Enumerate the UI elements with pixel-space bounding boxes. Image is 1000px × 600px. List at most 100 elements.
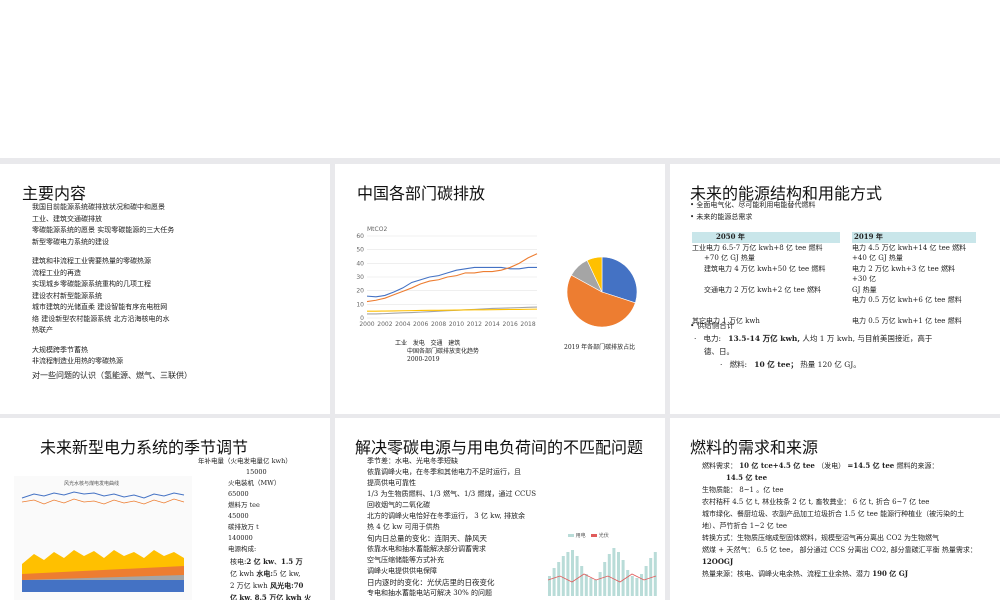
load-bar: [580, 566, 584, 596]
load-bar: [612, 548, 616, 596]
body-line: 大规模跨季节蓄热: [32, 345, 88, 354]
pie-chart-caption: 2019 年各部门碳排放占比: [564, 344, 636, 351]
top-blank-area: [0, 0, 1000, 158]
body-line: 城市建筑的光储直柔 建设智能有序充电桩网: [32, 303, 168, 311]
body-line: 建设农村新型能源系统: [32, 291, 102, 300]
body-line: 1/3 为生物质燃料、1/3 燃气、1/3 燃煤，通过 CCUS: [367, 490, 537, 498]
year-header: 2019 年: [852, 232, 976, 243]
generation-chart: 风光水核与煤电发电曲线: [14, 476, 192, 600]
load-bar: [607, 554, 611, 596]
composition-line: 核电:2 亿 kw、1.5 万: [230, 556, 330, 568]
table-row: 电力 0.5 万亿 kwh+6 亿 tee 燃料: [852, 296, 962, 304]
load-bar: [571, 550, 574, 596]
body-line: 农村秸秆 4.5 亿 t, 林业枝条 2 亿 t, 畜牧粪业： 6 亿 t, 折…: [702, 496, 978, 508]
text: 10 亿 tee；: [754, 360, 798, 369]
text: 、: [273, 558, 281, 566]
load-bar: [603, 562, 607, 596]
table-row: 工业电力 6.5-7 万亿 kwh+8 亿 tee 燃料: [692, 243, 823, 252]
body-line: 转换方式：生物质压缩成型固体燃料，规模型沼气再分离出 CO2 为生物燃气: [702, 532, 978, 544]
legend-item: 工业: [395, 340, 408, 347]
text: 亿 kw, 8.5 万亿 kwh: [230, 593, 302, 600]
slide-title: 燃料的需求和来源: [690, 438, 819, 457]
body-line: 实现城乡零碳能源系统重构的几项工程: [32, 280, 151, 288]
supply-curve: [21, 498, 185, 505]
x-tick-label: 2012: [467, 321, 482, 328]
slide-thumbnail-2[interactable]: 中国各部门碳排放 MtCO2 60 50 40 30 20 10 0 2000 2002 2004 2…: [335, 164, 665, 414]
text: 人均 1 万 kwh,: [802, 334, 855, 343]
slide-title: 未来新型电力系统的季节调节: [40, 438, 249, 457]
text: =14.5 亿 tee: [847, 461, 895, 470]
year-header: 2050 年: [692, 232, 840, 243]
text: 火: [301, 593, 312, 600]
y-unit: MtCO2: [367, 226, 387, 233]
x-tick-label: 2016: [503, 321, 518, 328]
text: 12OOGJ: [702, 557, 734, 566]
text: 190 亿 GJ: [872, 569, 909, 578]
y-tick-label: 10: [356, 301, 364, 308]
bullet-item: 供给侧合计: [690, 319, 990, 332]
body-line: [32, 337, 322, 345]
slide-body: 燃料需求： 10 亿 tce+4.5 亿 tee （发电） =14.5 亿 te…: [702, 460, 978, 580]
load-bar: [557, 562, 561, 596]
area-base: [22, 580, 184, 592]
text: 电力:: [703, 334, 722, 343]
table-row: +70 亿 GJ 热量: [704, 254, 755, 262]
supply-section: 供给侧合计 · 电力: 13.5-14 万亿 kwh, 人均 1 万 kwh, …: [690, 319, 990, 371]
load-bar: [653, 552, 657, 596]
text: 10 亿 tce+4.5 亿 tee: [739, 461, 815, 470]
slide-thumbnail-5[interactable]: 解决零碳电源与用电负荷间的不匹配问题 季节差：水电、光电冬季短缺 依靠调峰火电，在…: [335, 418, 665, 600]
x-tick-label: 2006: [413, 321, 428, 328]
table-2019: 2019 年 电力 4.5 万亿 kwh+14 亿 tee 燃料 +40 亿 GJ…: [852, 232, 976, 327]
text: 13.5-14 万亿 kwh,: [728, 334, 800, 343]
text: 风光电:: [267, 581, 294, 590]
supply-line: · 燃料: 10 亿 tee； 热量 120 亿 GJ。: [720, 360, 861, 369]
slide-title: 主要内容: [22, 184, 87, 203]
y-tick-label: 40: [356, 260, 364, 267]
y-tick-label: 60: [356, 233, 364, 240]
table-row: +30 亿: [852, 275, 876, 283]
slide-thumbnail-3[interactable]: 未来的能源结构和用能方式 全面电气化、尽可能利用电能替代燃料 未来的能源总需求 …: [670, 164, 1000, 414]
body-line: 15000: [246, 468, 267, 476]
table-row: GJ 热量: [852, 285, 877, 294]
load-bar: [621, 560, 625, 596]
body-line: [32, 248, 322, 256]
y-tick-label: 30: [356, 274, 364, 281]
slide-thumbnail-6[interactable]: 燃料的需求和来源 燃料需求： 10 亿 tce+4.5 亿 tee （发电） =…: [670, 418, 1000, 600]
x-tick-label: 2000: [359, 321, 374, 328]
load-bar: [644, 566, 648, 596]
body-line: 年补电量（火电发电量亿 kwh）: [198, 457, 292, 465]
power-composition: 核电:2 亿 kw、1.5 万亿 kwh 水电:5 亿 kw, 2 万亿 kwh …: [230, 556, 330, 600]
body-line: 工业、建筑交通碳排放: [32, 214, 102, 223]
legend-item: 发电: [412, 340, 425, 347]
text: 2 万亿 kwh: [230, 582, 268, 590]
supply-line: · 电力: 13.5-14 万亿 kwh, 人均 1 万 kwh, 与目前美国接…: [694, 334, 933, 343]
load-bar: [630, 576, 634, 596]
body-line: 14.5 亿 tee: [702, 472, 978, 484]
load-bar: [640, 574, 643, 596]
load-bar: [584, 574, 588, 596]
text: 热量来源：核电、调峰火电余热、流程工业余热、潜力: [702, 570, 870, 578]
bullet-list: 全面电气化、尽可能利用电能替代燃料 未来的能源总需求: [690, 200, 815, 223]
body-line: 生物质能： 8~1 。亿 tee: [702, 484, 978, 496]
body-line: 城市绿化、餐厨垃圾、农副产品加工垃圾折合 1.5 亿 tee 能源行种植业（被污…: [702, 508, 978, 532]
table-2050: 2050 年 工业电力 6.5-7 万亿 kwh+8 亿 tee 燃料 +70 亿…: [692, 232, 840, 327]
load-bar: [626, 570, 630, 596]
body-line: 流程工业的再造: [32, 268, 81, 277]
bullet-item: 全面电气化、尽可能利用电能替代燃料: [690, 200, 815, 212]
text: 燃料:: [729, 360, 748, 369]
table-row: [692, 306, 840, 317]
text: （发电）: [817, 462, 846, 470]
text: 生物质能：: [702, 486, 737, 494]
body-line: 建筑和非流程工业需要热量的零碳热源: [32, 257, 151, 265]
load-bar: [552, 568, 556, 596]
caption-line: 中国各部门碳排放变化趋势: [407, 348, 480, 355]
y-tick-label: 20: [356, 288, 364, 295]
slide-thumbnail-4[interactable]: 未来新型电力系统的季节调节 风光水核与煤电发电曲线 年补电量（火电发电量亿 kw…: [0, 418, 330, 600]
table-row: +40 亿 GJ 热量: [852, 254, 903, 262]
slide-body: 我国目前能源系统碳排放状况和碳中和愿景 工业、建筑交通碳排放 零碳能源系统的愿景 实…: [32, 202, 322, 381]
table-row: 电力 4.5 万亿 kwh+14 亿 tee 燃料: [852, 243, 967, 252]
text: 6 亿 t, 折合 6~7 亿 tee: [852, 498, 930, 506]
table-row: 建筑电力 4 万亿 kwh+50 亿 tee 燃料: [704, 264, 826, 273]
body-line: 热联产: [32, 326, 53, 334]
slide-thumbnail-1[interactable]: 主要内容 我国目前能源系统碳排放状况和碳中和愿景 工业、建筑交通碳排放 零碳能源系统…: [0, 164, 330, 414]
